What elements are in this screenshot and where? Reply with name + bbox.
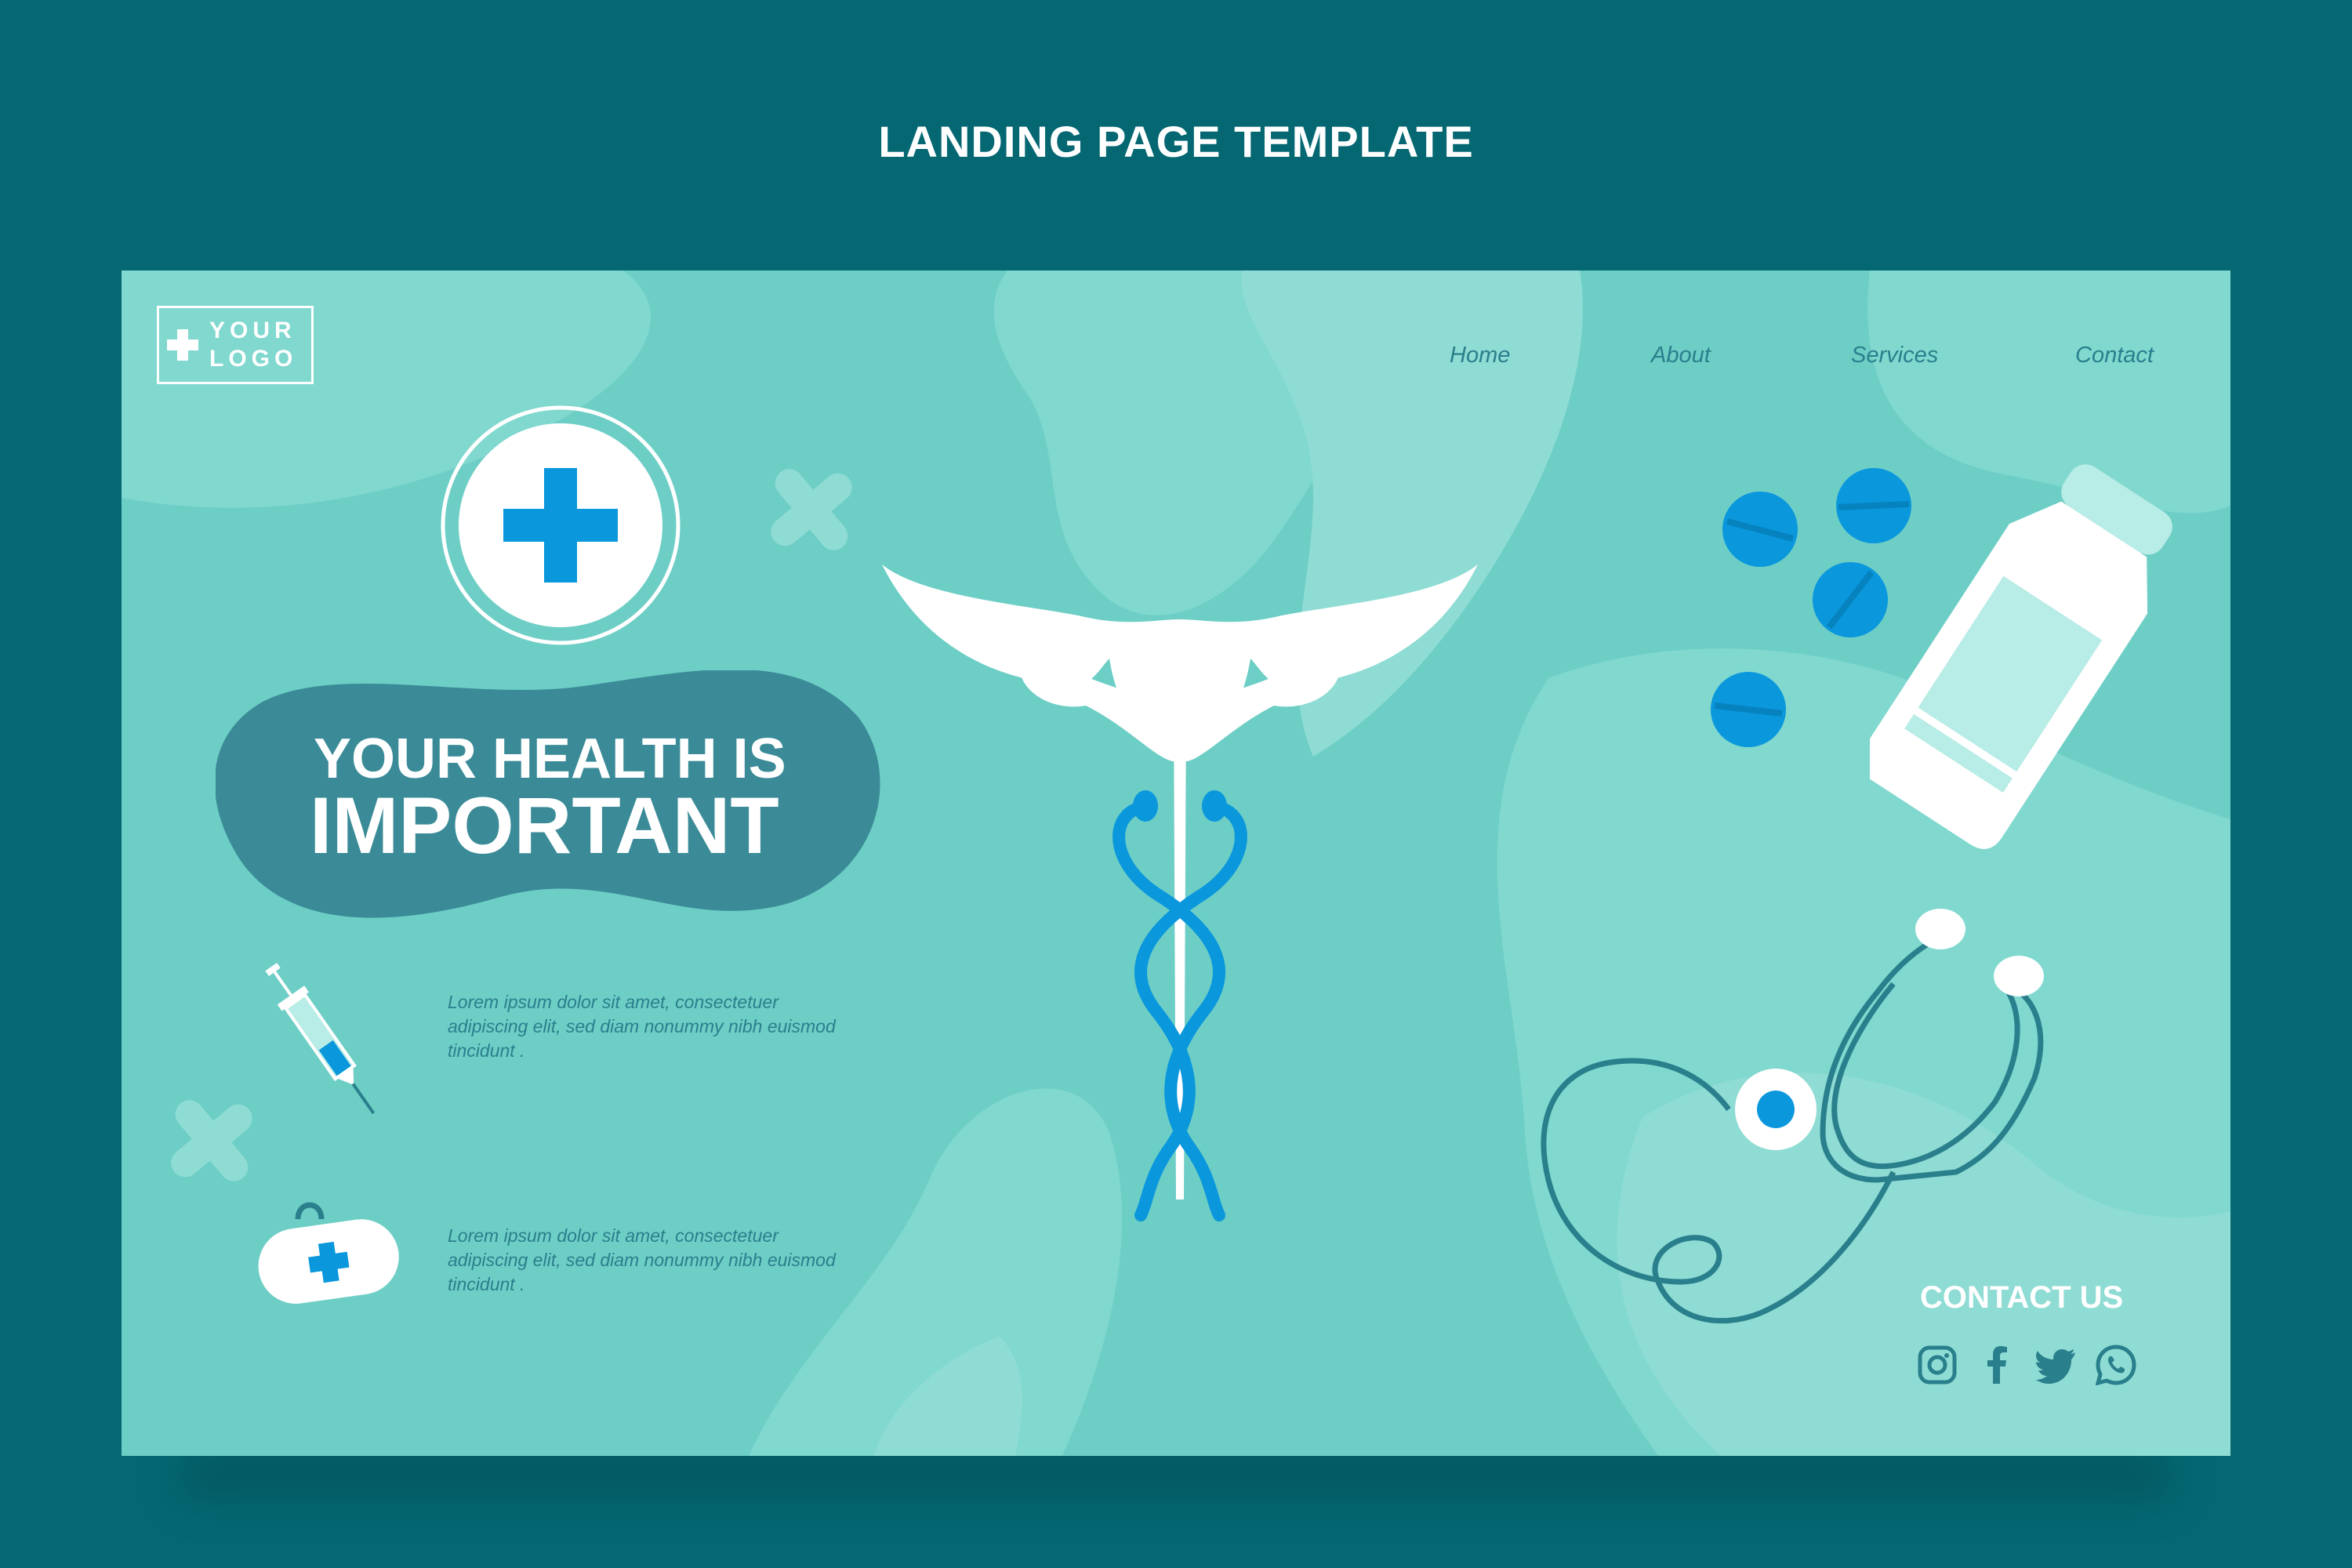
medicine-bottle-icon: [1870, 464, 2172, 849]
caduceus-icon: [882, 564, 1478, 1221]
instagram-icon[interactable]: [1917, 1345, 1958, 1385]
facebook-icon[interactable]: [1976, 1345, 2017, 1385]
info-text-2: Lorem ipsum dolor sit amet, consectetuer…: [448, 1225, 836, 1294]
page-shadow: [180, 1450, 2172, 1497]
first-aid-kit-icon: [258, 1202, 399, 1304]
whatsapp-icon[interactable]: [2096, 1345, 2136, 1385]
twitter-icon[interactable]: [2036, 1345, 2077, 1385]
main-nav: Home About Services Contact: [122, 343, 2230, 374]
nav-about-link[interactable]: About: [1651, 343, 1711, 368]
contact-us-title: CONTACT US: [1920, 1280, 2124, 1315]
nav-home-link[interactable]: Home: [1450, 343, 1510, 368]
syringe-icon: [265, 963, 376, 1115]
logo-line1: YOUR: [209, 318, 296, 343]
info-text-1: Lorem ipsum dolor sit amet, consectetuer…: [448, 992, 836, 1061]
hero-title-line2: IMPORTANT: [310, 781, 779, 870]
medical-cross-badge-icon: [441, 405, 681, 645]
landing-page: YOUR LOGO Home About Services Contact YO…: [122, 270, 2230, 1456]
social-links: [1917, 1345, 2152, 1392]
nav-contact-link[interactable]: Contact: [2075, 343, 2154, 368]
nav-services-link[interactable]: Services: [1851, 343, 1938, 368]
template-title: LANDING PAGE TEMPLATE: [878, 117, 1474, 166]
decorative-cross-icon: [771, 469, 852, 550]
